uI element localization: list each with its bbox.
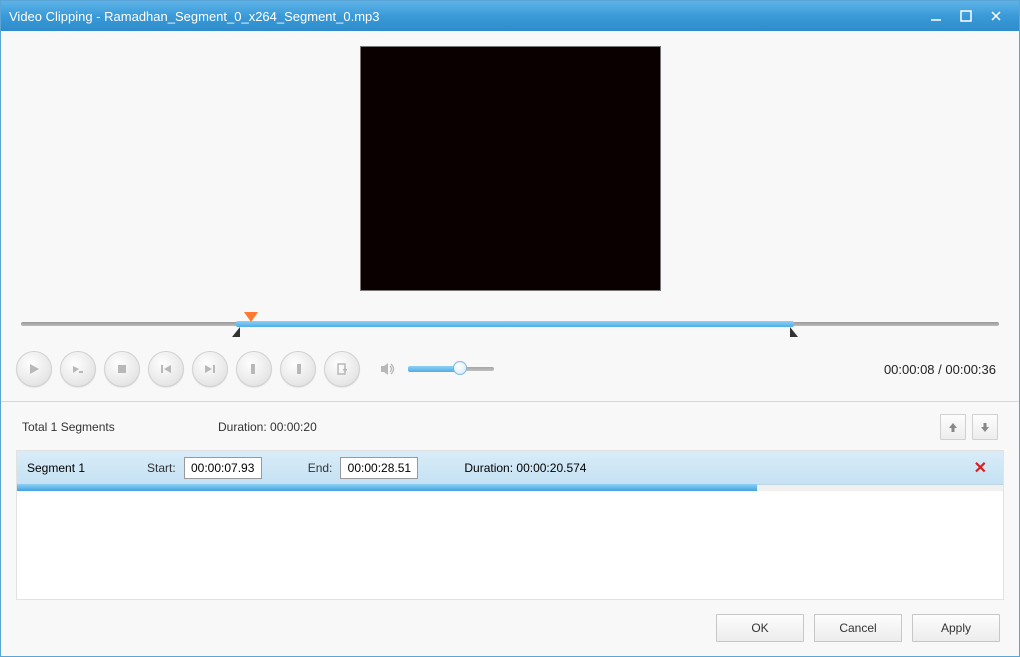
segment-order-buttons <box>940 414 998 440</box>
segment-progress-track <box>17 485 1003 491</box>
playhead-marker[interactable] <box>244 312 258 322</box>
footer-buttons: OK Cancel Apply <box>16 600 1004 644</box>
window: Video Clipping - Ramadhan_Segment_0_x264… <box>0 0 1020 657</box>
apply-button[interactable]: Apply <box>912 614 1000 642</box>
volume-fill <box>408 366 460 372</box>
play-button[interactable] <box>16 351 52 387</box>
timeline-selection <box>236 321 793 327</box>
move-up-button[interactable] <box>940 414 966 440</box>
video-preview[interactable] <box>360 46 661 291</box>
next-button[interactable] <box>192 351 228 387</box>
cancel-button[interactable]: Cancel <box>814 614 902 642</box>
bracket-open-button[interactable] <box>236 351 272 387</box>
prev-button[interactable] <box>148 351 184 387</box>
start-time-input[interactable] <box>184 457 262 479</box>
title-bar[interactable]: Video Clipping - Ramadhan_Segment_0_x264… <box>1 1 1019 31</box>
stop-button[interactable] <box>104 351 140 387</box>
selection-end-handle[interactable] <box>790 327 798 337</box>
volume-icon <box>378 359 398 379</box>
window-buttons <box>921 4 1011 28</box>
content-area: 00:00:08 / 00:00:36 Total 1 Segments Dur… <box>1 31 1019 656</box>
end-label: End: <box>308 461 333 475</box>
segment-row[interactable]: Segment 1 Start: End: Duration: 00:00:20… <box>17 451 1003 485</box>
bracket-close-button[interactable] <box>280 351 316 387</box>
segment-name: Segment 1 <box>27 461 147 475</box>
control-buttons <box>16 351 360 387</box>
minimize-button[interactable] <box>921 4 951 28</box>
end-time-input[interactable] <box>340 457 418 479</box>
segments-list: Segment 1 Start: End: Duration: 00:00:20… <box>16 450 1004 600</box>
ok-button[interactable]: OK <box>716 614 804 642</box>
play-selection-button[interactable] <box>60 351 96 387</box>
maximize-button[interactable] <box>951 4 981 28</box>
time-display: 00:00:08 / 00:00:36 <box>884 362 1004 377</box>
selection-start-handle[interactable] <box>232 327 240 337</box>
segment-duration-label: Duration: 00:00:20.574 <box>464 461 586 475</box>
segment-progress-fill <box>17 484 757 491</box>
delete-segment-button[interactable]: ✕ <box>968 458 993 478</box>
player-controls: 00:00:08 / 00:00:36 <box>16 343 1004 401</box>
add-segment-button[interactable] <box>324 351 360 387</box>
volume-slider[interactable] <box>408 367 494 371</box>
total-duration-label: Duration: 00:00:20 <box>218 420 317 434</box>
preview-area <box>16 46 1004 311</box>
start-label: Start: <box>147 461 176 475</box>
timeline <box>16 311 1004 343</box>
current-time: 00:00:08 <box>884 362 935 377</box>
move-down-button[interactable] <box>972 414 998 440</box>
timeline-track[interactable] <box>21 311 999 333</box>
segments-summary: Total 1 Segments Duration: 00:00:20 <box>16 402 1004 450</box>
total-time: 00:00:36 <box>945 362 996 377</box>
close-button[interactable] <box>981 4 1011 28</box>
volume-thumb[interactable] <box>453 361 467 375</box>
window-title: Video Clipping - Ramadhan_Segment_0_x264… <box>9 9 921 24</box>
total-segments-label: Total 1 Segments <box>22 420 218 434</box>
